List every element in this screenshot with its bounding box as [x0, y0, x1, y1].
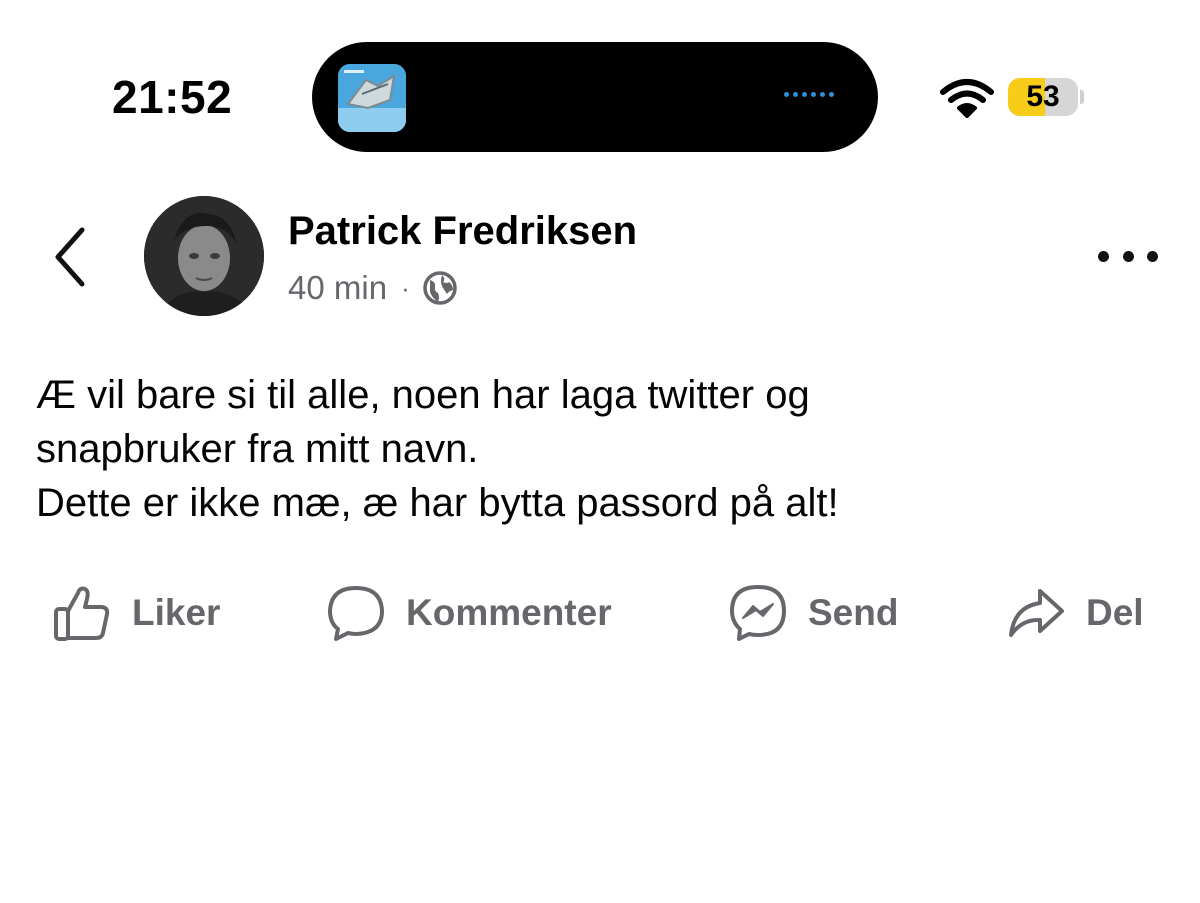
share-label: Del [1086, 592, 1144, 633]
battery-level: 53 [1026, 80, 1060, 113]
more-dot-icon [1122, 250, 1134, 262]
more-dot-icon [1147, 250, 1158, 262]
wifi-icon [940, 78, 994, 123]
back-button[interactable] [48, 222, 92, 292]
more-options-button[interactable] [1098, 240, 1158, 272]
battery-indicator: 53 [1008, 78, 1078, 116]
post-body-line: snapbruker fra mitt navn. [36, 427, 479, 471]
share-button[interactable]: Del [1006, 578, 1144, 648]
post-body-line: Dette er ikke mæ, æ har bytta passord på… [36, 481, 839, 525]
album-art-thumbnail [338, 64, 406, 132]
battery-nub [1080, 90, 1084, 104]
comment-button[interactable]: Kommenter [326, 578, 612, 648]
more-dot-icon [1098, 250, 1109, 262]
post-meta: 40 min · [288, 266, 458, 310]
comment-label: Kommenter [406, 592, 612, 633]
share-arrow-icon [1009, 589, 1064, 637]
post-body-line: Æ vil bare si til alle, noen har laga tw… [36, 373, 810, 417]
post-body: Æ vil bare si til alle, noen har laga tw… [36, 368, 1156, 530]
comment-bubble-icon [328, 586, 384, 641]
post-timestamp[interactable]: 40 min [288, 266, 387, 310]
audio-activity-indicator [784, 92, 834, 97]
dynamic-island[interactable] [312, 42, 878, 152]
messenger-icon [730, 585, 786, 641]
author-name[interactable]: Patrick Fredriksen [288, 206, 637, 256]
meta-separator: · [401, 273, 410, 303]
send-button[interactable]: Send [728, 578, 898, 648]
thumbs-up-icon [54, 586, 110, 641]
status-time: 21:52 [112, 71, 233, 123]
like-label: Liker [132, 592, 221, 633]
send-label: Send [808, 592, 899, 633]
like-button[interactable]: Liker [52, 578, 220, 648]
avatar[interactable] [144, 196, 264, 316]
globe-icon[interactable] [422, 270, 458, 306]
chevron-left-icon [55, 227, 85, 287]
